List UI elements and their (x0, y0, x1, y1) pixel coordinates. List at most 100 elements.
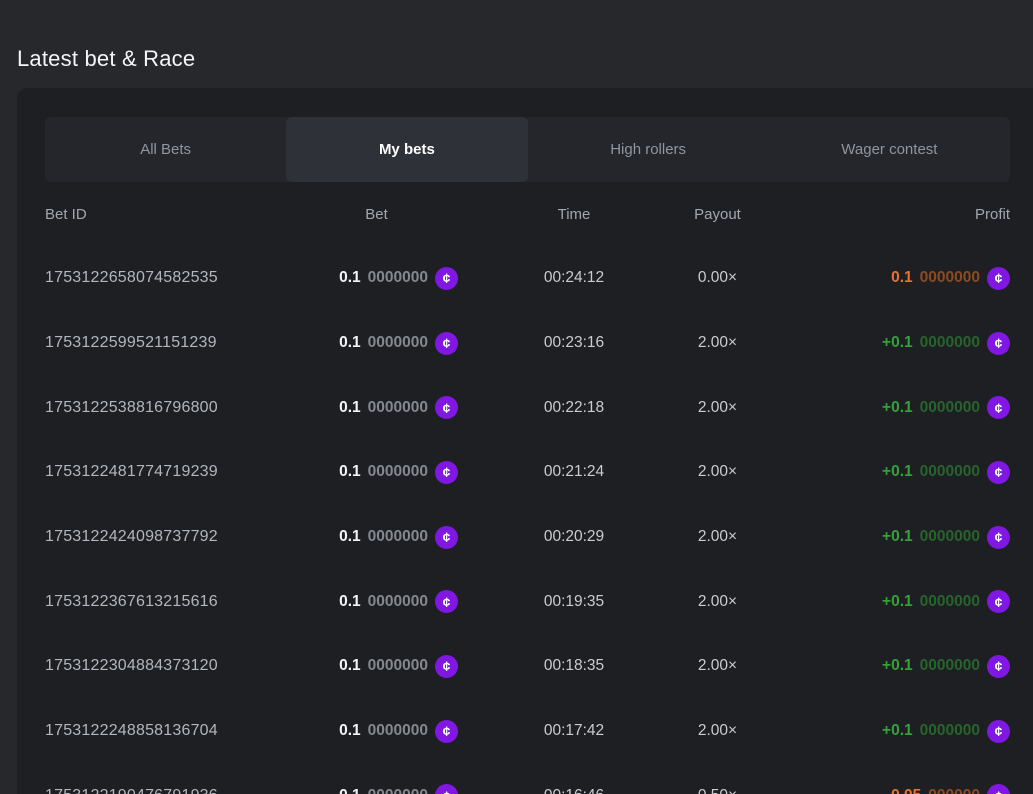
payout-cell: 2.00× (698, 463, 737, 481)
table-row[interactable]: 17531223048843731200.10000000¢00:18:352.… (45, 634, 1010, 699)
amount-zeros: 0000000 (920, 334, 980, 352)
amount-zeros: 0000000 (920, 463, 980, 481)
time-cell: 00:20:29 (544, 528, 604, 546)
amount-main: 0.1 (339, 334, 361, 352)
profit-cell: +0.10000000¢ (882, 526, 1010, 549)
tab-all-bets[interactable]: All Bets (45, 117, 286, 182)
amount-main: +0.1 (882, 334, 913, 352)
time-cell: 00:18:35 (544, 657, 604, 675)
tab-high-rollers[interactable]: High rollers (528, 117, 769, 182)
coin-icon: ¢ (435, 332, 458, 355)
amount-zeros: 0000000 (368, 787, 428, 794)
coin-icon: ¢ (987, 720, 1010, 743)
table-row[interactable]: 17531224817747192390.10000000¢00:21:242.… (45, 440, 1010, 505)
coin-icon: ¢ (987, 784, 1010, 794)
amount-main: +0.1 (882, 399, 913, 417)
time-cell: 00:17:42 (544, 722, 604, 740)
coin-icon: ¢ (987, 396, 1010, 419)
amount-main: 0.05 (891, 787, 921, 794)
coin-icon: ¢ (987, 655, 1010, 678)
bet-id-cell: 1753122190476791936 (45, 787, 295, 794)
time-cell: 00:24:12 (544, 269, 604, 287)
bet-id-cell: 1753122424098737792 (45, 528, 295, 546)
amount-zeros: 0000000 (368, 463, 428, 481)
coin-icon: ¢ (987, 526, 1010, 549)
bet-id-cell: 1753122599521151239 (45, 334, 295, 352)
profit-cell: +0.1 0000000 ¢ (882, 461, 1010, 484)
amount-zeros: 0000000 (368, 722, 428, 740)
payout-cell: 2.00× (698, 399, 737, 417)
amount-zeros: 0000000 (920, 593, 980, 611)
amount-main: 0.1 (339, 593, 361, 611)
bet-amount-cell: 0.10000000¢ (339, 784, 458, 794)
bet-id-cell: 1753122248858136704 (45, 722, 295, 740)
bet-id-cell: 1753122367613215616 (45, 593, 295, 611)
table-row[interactable]: 17531225388167968000.10000000¢00:22:182.… (45, 375, 1010, 440)
bet-amount-cell: 0.10000000¢ (339, 526, 458, 549)
bet-amount-cell: 0.1 0000000 ¢ (339, 332, 458, 355)
profit-cell: 0.05 000000 ¢ (891, 784, 1010, 794)
amount-main: 0.1 (339, 399, 361, 417)
amount-main: 0.1 (339, 722, 361, 740)
coin-icon: ¢ (435, 590, 458, 613)
amount-zeros: 0000000 (920, 269, 980, 287)
table-row[interactable]: 1753122424098737792 0.10000000¢ 00:20:29 2.… (45, 505, 1010, 570)
payout-cell: 2.00× (698, 334, 737, 352)
table-row[interactable]: 1753122248858136704 0.1 0000000 ¢ 00:17:42 2.… (45, 699, 1010, 764)
table-header-row: Bet ID Bet Time Payout Profit (45, 182, 1010, 246)
payout-cell: 2.00× (698, 528, 737, 546)
bet-amount-cell: 0.10000000¢ (339, 461, 458, 484)
amount-main: 0.1 (891, 269, 913, 287)
time-cell: 00:16:46 (544, 787, 604, 794)
payout-cell: 2.00× (698, 657, 737, 675)
time-cell: 00:22:18 (544, 399, 604, 417)
time-cell: 00:21:24 (544, 463, 604, 481)
coin-icon: ¢ (435, 526, 458, 549)
page-title: Latest bet & Race (17, 46, 195, 72)
coin-icon: ¢ (987, 461, 1010, 484)
column-header-bet-id: Bet ID (45, 206, 295, 223)
bet-amount-cell: 0.10000000¢ (339, 655, 458, 678)
table-row[interactable]: 17531226580745825350.10000000¢00:24:120.… (45, 246, 1010, 311)
amount-zeros: 0000000 (920, 399, 980, 417)
tab-wager-contest[interactable]: Wager contest (769, 117, 1010, 182)
time-cell: 00:19:35 (544, 593, 604, 611)
payout-cell: 2.00× (698, 593, 737, 611)
coin-icon: ¢ (987, 590, 1010, 613)
tab-my-bets[interactable]: My bets (286, 117, 527, 182)
coin-icon: ¢ (435, 655, 458, 678)
bet-amount-cell: 0.10000000¢ (339, 396, 458, 419)
bets-tabbar: All Bets My bets High rollers Wager cont… (45, 117, 1010, 182)
amount-main: +0.1 (882, 593, 913, 611)
amount-zeros: 0000000 (368, 269, 428, 287)
coin-icon: ¢ (435, 784, 458, 794)
amount-zeros: 000000 (928, 787, 980, 794)
amount-main: 0.1 (339, 269, 361, 287)
amount-main: +0.1 (882, 463, 913, 481)
profit-cell: +0.1 0000000 ¢ (882, 655, 1010, 678)
table-row[interactable]: 1753122599521151239 0.1 0000000 ¢ 00:23:16 2.… (45, 311, 1010, 376)
amount-zeros: 0000000 (368, 593, 428, 611)
amount-zeros: 0000000 (920, 657, 980, 675)
bet-id-cell: 1753122304884373120 (45, 657, 295, 675)
bet-amount-cell: 0.1 0000000 ¢ (339, 590, 458, 613)
table-row[interactable]: 1753122367613215616 0.1 0000000 ¢ 00:19:35 2.… (45, 569, 1010, 634)
coin-icon: ¢ (987, 332, 1010, 355)
payout-cell: 2.00× (698, 722, 737, 740)
amount-zeros: 0000000 (920, 722, 980, 740)
table-row[interactable]: 17531221904767919360.10000000¢00:16:460.… (45, 764, 1010, 794)
amount-main: +0.1 (882, 657, 913, 675)
bet-id-cell: 1753122658074582535 (45, 269, 295, 287)
payout-cell: 0.00× (698, 269, 737, 287)
time-cell: 00:23:16 (544, 334, 604, 352)
coin-icon: ¢ (435, 461, 458, 484)
amount-main: 0.1 (339, 657, 361, 675)
bet-id-cell: 1753122481774719239 (45, 463, 295, 481)
payout-cell: 0.50× (698, 787, 737, 794)
profit-cell: +0.1 0000000 ¢ (882, 332, 1010, 355)
profit-cell: +0.1 0000000 ¢ (882, 396, 1010, 419)
amount-zeros: 0000000 (368, 334, 428, 352)
coin-icon: ¢ (435, 720, 458, 743)
amount-zeros: 0000000 (368, 399, 428, 417)
amount-main: 0.1 (339, 528, 361, 546)
